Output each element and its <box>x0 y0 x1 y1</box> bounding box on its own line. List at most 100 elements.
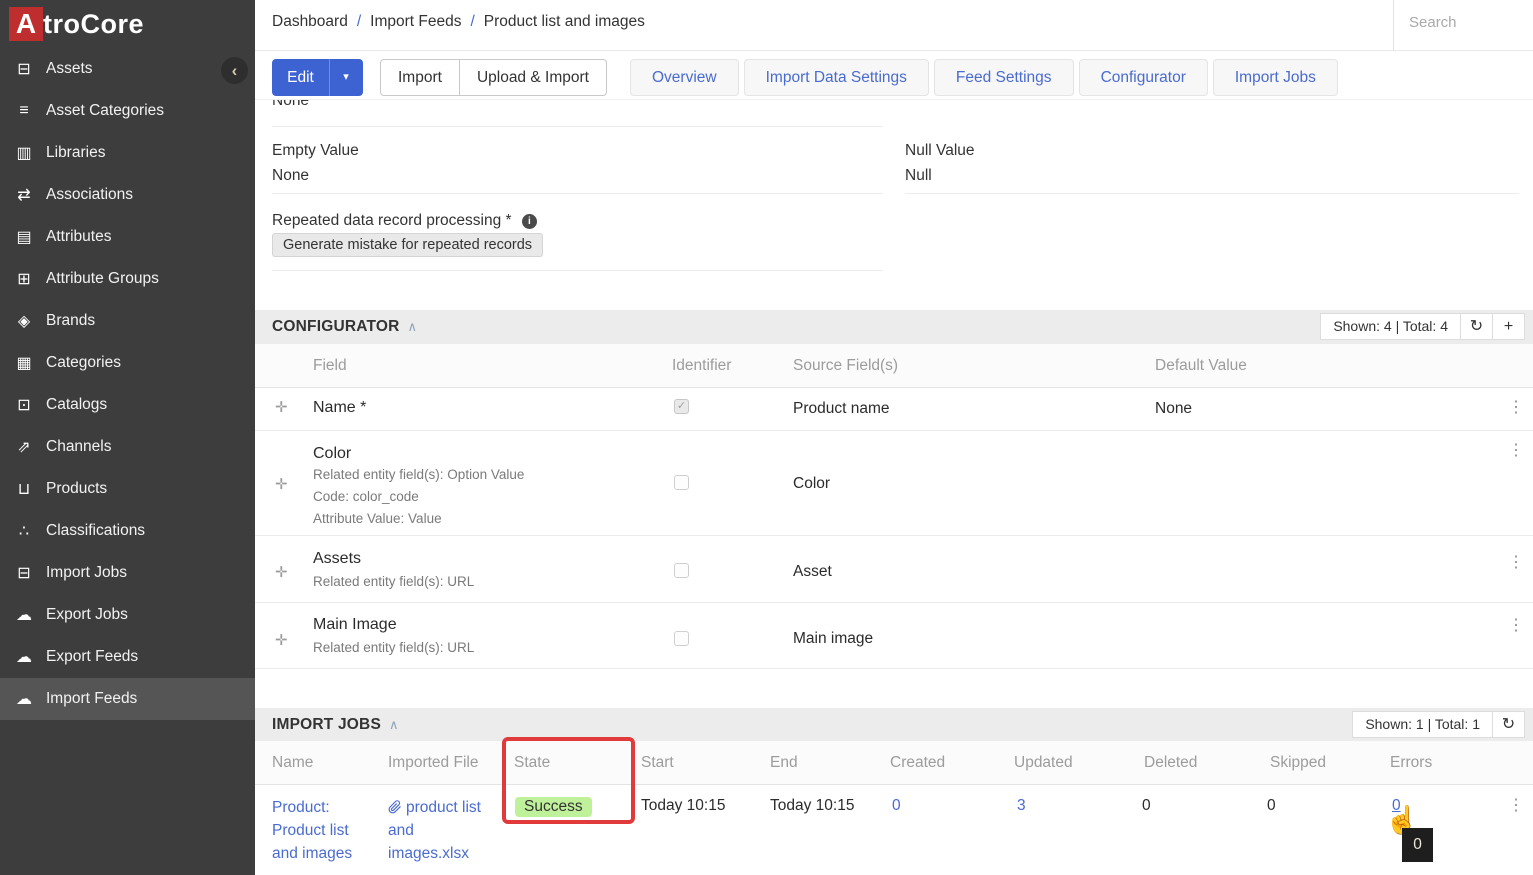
sidebar-item-label: Channels <box>46 438 112 456</box>
kebab-menu-icon[interactable]: ⋮ <box>1508 440 1524 460</box>
tab-overview[interactable]: Overview <box>630 59 739 96</box>
sidebar-item-label: Import Feeds <box>46 690 137 708</box>
add-row-button[interactable]: + <box>1492 314 1524 339</box>
job-imported-file-link[interactable]: product list and images.xlsx <box>388 796 490 865</box>
arrows-swap-icon: ⇄ <box>11 185 37 205</box>
source-field-value: Color <box>793 475 830 493</box>
sidebar-item-brands[interactable]: ◈ Brands <box>0 300 255 342</box>
chevron-left-icon: ‹ <box>232 61 238 81</box>
breadcrumb-import-feeds[interactable]: Import Feeds <box>370 13 461 31</box>
import-jobs-panel: IMPORT JOBS ∧ Shown: 1 | Total: 1 ↻ Name… <box>255 708 1533 875</box>
sidebar-item-label: Categories <box>46 354 121 372</box>
cloud-download-icon: ☁ <box>11 689 37 709</box>
tab-feed-settings[interactable]: Feed Settings <box>934 59 1074 96</box>
field-divider <box>272 270 883 271</box>
identifier-checkbox[interactable] <box>674 563 689 578</box>
job-name-link[interactable]: Product: Product list and images <box>272 796 378 865</box>
upload-and-import-button[interactable]: Upload & Import <box>459 60 606 95</box>
layers-icon: ≡ <box>11 102 37 120</box>
sidebar-item-import-jobs[interactable]: ⊟ Import Jobs <box>0 552 255 594</box>
column-header-start: Start <box>641 754 674 772</box>
kebab-menu-icon[interactable]: ⋮ <box>1508 552 1524 572</box>
sidebar-collapse-button[interactable]: ‹ <box>221 57 248 84</box>
job-skipped-count: 0 <box>1267 797 1276 815</box>
app-logo[interactable]: A troCore <box>0 0 255 48</box>
edit-button[interactable]: Edit <box>272 59 329 96</box>
configurator-row-main-image: ✛ Main Image Related entity field(s): UR… <box>255 603 1533 669</box>
breadcrumb-dashboard[interactable]: Dashboard <box>272 13 348 31</box>
drag-handle-icon[interactable]: ✛ <box>275 563 288 581</box>
sidebar-item-asset-categories[interactable]: ≡ Asset Categories <box>0 90 255 132</box>
drag-handle-icon[interactable]: ✛ <box>275 631 288 649</box>
sidebar-item-export-jobs[interactable]: ☁ Export Jobs <box>0 594 255 636</box>
configurator-row-name: ✛ Name * ✓ Product name None ⋮ <box>255 388 1533 431</box>
source-field-value: Product name <box>793 400 890 418</box>
drag-handle-icon[interactable]: ✛ <box>275 475 288 493</box>
refresh-button[interactable]: ↻ <box>1460 314 1492 339</box>
sidebar-item-catalogs[interactable]: ⊡ Catalogs <box>0 384 255 426</box>
column-header-imported-file: Imported File <box>388 754 478 772</box>
source-field-value: Main image <box>793 630 873 648</box>
sidebar-item-channels[interactable]: ⇗ Channels <box>0 426 255 468</box>
sidebar-item-assets[interactable]: ⊟ Assets <box>0 48 255 90</box>
identifier-checkbox[interactable] <box>674 475 689 490</box>
list-icon: ▤ <box>11 227 37 247</box>
job-updated-count-link[interactable]: 3 <box>1017 797 1026 815</box>
configurator-panel-controls: Shown: 4 | Total: 4 ↻ + <box>1320 313 1525 340</box>
sidebar-item-attributes[interactable]: ▤ Attributes <box>0 216 255 258</box>
sidebar-item-attribute-groups[interactable]: ⊞ Attribute Groups <box>0 258 255 300</box>
job-created-count-link[interactable]: 0 <box>892 797 901 815</box>
errors-tooltip: 0 <box>1402 828 1433 862</box>
sidebar-item-products[interactable]: ⊔ Products <box>0 468 255 510</box>
sidebar-item-label: Export Feeds <box>46 648 138 666</box>
job-end-time: Today 10:15 <box>770 797 854 815</box>
tab-import-data-settings[interactable]: Import Data Settings <box>744 59 929 96</box>
refresh-button[interactable]: ↻ <box>1492 712 1524 737</box>
share-icon: ⇗ <box>11 437 37 457</box>
column-header-end: End <box>770 754 798 772</box>
identifier-checkbox[interactable]: ✓ <box>674 399 689 414</box>
collapse-caret-icon[interactable]: ∧ <box>389 717 399 733</box>
kebab-menu-icon[interactable]: ⋮ <box>1508 397 1524 417</box>
info-icon[interactable]: i <box>522 214 537 229</box>
sidebar-item-label: Associations <box>46 186 133 204</box>
sidebar-item-classifications[interactable]: ∴ Classifications <box>0 510 255 552</box>
search-input[interactable] <box>1409 14 1529 31</box>
sidebar-item-libraries[interactable]: ▥ Libraries <box>0 132 255 174</box>
field-sub-info: Attribute Value: Value <box>313 511 442 526</box>
column-header-default-value: Default Value <box>1155 357 1247 375</box>
column-header-field: Field <box>313 357 347 375</box>
cloud-icon: ☁ <box>11 605 37 625</box>
empty-value-label: Empty Value <box>272 142 359 160</box>
kebab-menu-icon[interactable]: ⋮ <box>1508 615 1524 635</box>
collapse-caret-icon[interactable]: ∧ <box>408 319 418 335</box>
logo-mark-icon: A <box>9 7 43 41</box>
action-bar: Edit ▾ Import Upload & Import Overview I… <box>255 52 1533 100</box>
clipped-field-value: None <box>272 100 309 111</box>
import-jobs-table-header: Name Imported File State Start End Creat… <box>255 741 1533 785</box>
tab-import-jobs[interactable]: Import Jobs <box>1213 59 1338 96</box>
empty-value-value: None <box>272 167 309 185</box>
import-jobs-panel-header: IMPORT JOBS ∧ Shown: 1 | Total: 1 ↻ <box>255 708 1533 741</box>
top-bar: Dashboard / Import Feeds / Product list … <box>255 0 1533 51</box>
sidebar-item-label: Libraries <box>46 144 105 162</box>
tab-configurator[interactable]: Configurator <box>1079 59 1208 96</box>
sidebar-item-label: Assets <box>46 60 93 78</box>
column-header-errors: Errors <box>1390 754 1432 772</box>
sidebar-item-import-feeds[interactable]: ☁ Import Feeds <box>0 678 255 720</box>
import-button[interactable]: Import <box>381 60 459 95</box>
column-header-state: State <box>514 754 550 772</box>
sidebar-item-label: Import Jobs <box>46 564 127 582</box>
sidebar-item-export-feeds[interactable]: ☁ Export Feeds <box>0 636 255 678</box>
identifier-checkbox[interactable] <box>674 631 689 646</box>
kebab-menu-icon[interactable]: ⋮ <box>1508 795 1524 815</box>
drag-handle-icon[interactable]: ✛ <box>275 398 288 416</box>
field-name: Color <box>313 445 351 463</box>
edit-dropdown-button[interactable]: ▾ <box>329 59 362 96</box>
sidebar-item-categories[interactable]: ▦ Categories <box>0 342 255 384</box>
repeated-processing-label: Repeated data record processing * i <box>272 212 537 230</box>
sidebar-item-associations[interactable]: ⇄ Associations <box>0 174 255 216</box>
field-divider <box>272 126 883 127</box>
import-job-row: Product: Product list and images product… <box>255 785 1533 875</box>
detail-tabs: Overview Import Data Settings Feed Setti… <box>630 59 1338 96</box>
